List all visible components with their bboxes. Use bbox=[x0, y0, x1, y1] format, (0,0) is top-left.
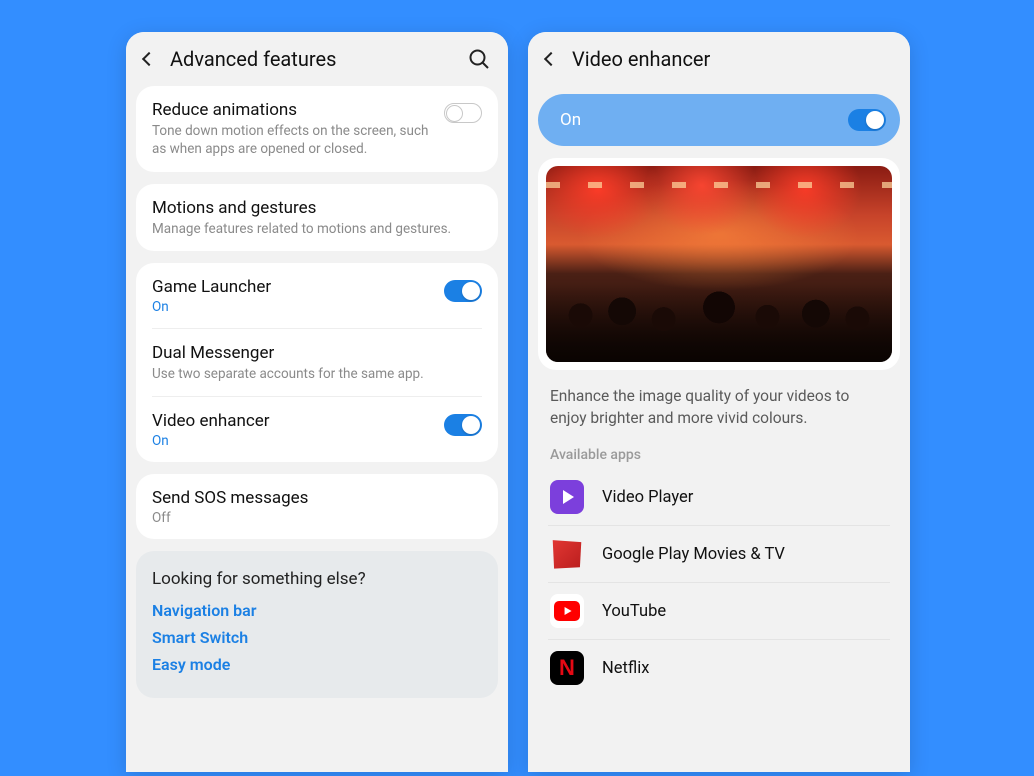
description: Enhance the image quality of your videos… bbox=[528, 386, 910, 447]
toggle-video-enhancer[interactable] bbox=[444, 414, 482, 436]
row-subtitle: Manage features related to motions and g… bbox=[152, 220, 482, 238]
app-row-play-movies[interactable]: Google Play Movies & TV bbox=[548, 526, 890, 583]
master-toggle-row[interactable]: On bbox=[538, 94, 900, 146]
row-subtitle: Use two separate accounts for the same a… bbox=[152, 365, 482, 383]
video-enhancer-screen: Video enhancer On Enhance the image qual… bbox=[528, 32, 910, 772]
master-toggle-label: On bbox=[560, 110, 848, 130]
app-row-video-player[interactable]: Video Player bbox=[548, 469, 890, 526]
preview-card bbox=[538, 158, 900, 370]
play-movies-icon bbox=[550, 537, 584, 571]
app-name: Netflix bbox=[602, 659, 650, 678]
app-name: YouTube bbox=[602, 602, 666, 621]
youtube-icon bbox=[550, 594, 584, 628]
footer-title: Looking for something else? bbox=[152, 569, 482, 589]
row-title: Game Launcher bbox=[152, 276, 432, 298]
row-title: Reduce animations bbox=[152, 99, 432, 121]
section-label: Available apps bbox=[528, 447, 910, 469]
row-status: On bbox=[152, 433, 432, 449]
row-subtitle: Tone down motion effects on the screen, … bbox=[152, 122, 432, 158]
video-player-icon bbox=[550, 480, 584, 514]
row-status: On bbox=[152, 299, 432, 315]
link-smart-switch[interactable]: Smart Switch bbox=[152, 628, 482, 647]
row-reduce-animations[interactable]: Reduce animations Tone down motion effec… bbox=[136, 86, 498, 172]
app-name: Google Play Movies & TV bbox=[602, 545, 785, 564]
row-title: Motions and gestures bbox=[152, 197, 482, 219]
page-title: Video enhancer bbox=[572, 47, 892, 71]
page-title: Advanced features bbox=[170, 47, 468, 71]
preview-image bbox=[546, 166, 892, 362]
netflix-icon: N bbox=[550, 651, 584, 685]
back-icon[interactable] bbox=[142, 52, 156, 66]
app-name: Video Player bbox=[602, 488, 693, 507]
titlebar: Video enhancer bbox=[528, 32, 910, 86]
row-motions-gestures[interactable]: Motions and gestures Manage features rel… bbox=[136, 184, 498, 251]
available-apps-list: Video Player Google Play Movies & TV You… bbox=[528, 469, 910, 696]
app-row-youtube[interactable]: YouTube bbox=[548, 583, 890, 640]
app-row-netflix[interactable]: N Netflix bbox=[548, 640, 890, 696]
footer-card: Looking for something else? Navigation b… bbox=[136, 551, 498, 698]
row-title: Send SOS messages bbox=[152, 487, 482, 509]
search-icon[interactable] bbox=[468, 48, 490, 70]
link-navigation-bar[interactable]: Navigation bar bbox=[152, 601, 482, 620]
link-easy-mode[interactable]: Easy mode bbox=[152, 655, 482, 674]
toggle-video-enhancer-master[interactable] bbox=[848, 109, 886, 131]
row-title: Dual Messenger bbox=[152, 342, 482, 364]
row-title: Video enhancer bbox=[152, 410, 432, 432]
back-icon[interactable] bbox=[544, 52, 558, 66]
row-send-sos[interactable]: Send SOS messages Off bbox=[136, 474, 498, 539]
row-game-launcher[interactable]: Game Launcher On bbox=[136, 263, 498, 328]
advanced-features-screen: Advanced features Reduce animations Tone… bbox=[126, 32, 508, 772]
row-dual-messenger[interactable]: Dual Messenger Use two separate accounts… bbox=[136, 329, 498, 396]
row-video-enhancer[interactable]: Video enhancer On bbox=[136, 397, 498, 462]
toggle-game-launcher[interactable] bbox=[444, 280, 482, 302]
toggle-reduce-animations[interactable] bbox=[444, 103, 482, 123]
row-status: Off bbox=[152, 510, 482, 526]
titlebar: Advanced features bbox=[126, 32, 508, 86]
